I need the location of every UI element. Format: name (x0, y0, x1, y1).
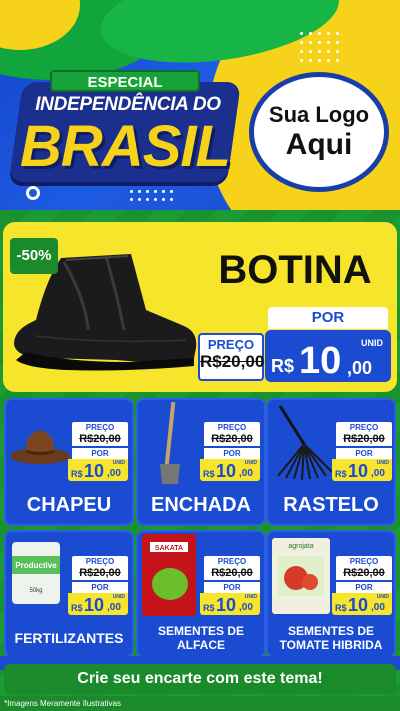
currency: R$ (335, 603, 347, 613)
product-name-line1: SEMENTES DE (287, 624, 374, 638)
logo-text-1: Sua Logo (268, 102, 370, 127)
especial-badge: ESPECIAL (50, 70, 200, 92)
price-label: PREÇO (204, 556, 260, 567)
old-price: R$20,00 (72, 433, 128, 446)
price-box: PREÇO R$20,00 POR UNID R$ 10 ,00 (68, 422, 128, 481)
price-label: PREÇO (336, 422, 392, 433)
old-price: R$20,00 (336, 433, 392, 446)
currency: R$ (335, 469, 347, 479)
product-name: SEMENTES DE ALFACE (138, 624, 264, 652)
decor-dots (300, 32, 339, 62)
price-decimal: ,00 (371, 468, 385, 479)
bag-weight: 50kg (29, 588, 42, 594)
lettuce-seed-packet-image: SAKATA (142, 534, 196, 616)
price-integer: 10 (216, 595, 237, 615)
price-box: PREÇO R$20,00 POR UNID R$ 10 ,00 (332, 422, 392, 481)
unit-label: UNID (376, 594, 389, 600)
header-banner: ESPECIAL INDEPENDÊNCIA DO BRASIL Sua Log… (0, 0, 400, 210)
discount-badge: -50% (10, 238, 58, 274)
por-label: POR (268, 307, 388, 329)
decor-dots (130, 190, 173, 201)
product-name-line1: SEMENTES DE (157, 624, 244, 638)
price-integer: 10 (348, 595, 369, 615)
rake-image (277, 405, 333, 480)
price-decimal: ,00 (239, 468, 253, 479)
price-label: PREÇO (72, 556, 128, 567)
event-title: ESPECIAL INDEPENDÊNCIA DO BRASIL (8, 70, 242, 190)
price-integer: 10 (84, 595, 105, 615)
price-box: PREÇO R$20,00 POR UNID R$ 10 ,00 (200, 422, 260, 481)
new-price: UNID R$ 10 ,00 (332, 593, 392, 615)
new-price: UNID R$ 10 ,00 (332, 459, 392, 481)
old-price: R$20,00 (72, 567, 128, 580)
cta-banner[interactable]: Crie seu encarte com este tema! (4, 664, 396, 694)
new-price: UNID R$ 10 ,00 (200, 459, 260, 481)
por-label: POR (72, 582, 128, 593)
fertilizer-bag-image: Productive 50kg (12, 542, 60, 604)
price-box: PREÇO R$20,00 POR UNID R$ 10 ,00 (332, 556, 392, 615)
hero-old-price-box: PREÇO R$20,00 (198, 333, 264, 381)
bag-brand: Productive (15, 561, 57, 570)
old-price: R$20,00 (336, 567, 392, 580)
unit-label: UNID (244, 594, 257, 600)
packet-brand: agrojata (288, 543, 313, 550)
price-integer: 10 (299, 340, 342, 382)
old-price: R$20,00 (200, 352, 265, 371)
new-price: UNID R$ 10 ,00 (200, 593, 260, 615)
price-label: PREÇO (204, 422, 260, 433)
price-decimal: ,00 (107, 468, 121, 479)
price-decimal: ,00 (239, 602, 253, 613)
unit-label: UNID (112, 594, 125, 600)
price-decimal: ,00 (107, 602, 121, 613)
currency: R$ (71, 469, 83, 479)
currency: R$ (203, 603, 215, 613)
title-line-2: BRASIL (20, 114, 231, 179)
product-name: SEMENTES DE TOMATE HIBRIDA (268, 624, 394, 652)
product-name-line2: TOMATE HIBRIDA (279, 638, 383, 652)
unit-label: UNID (361, 338, 383, 348)
hero-product-name: BOTINA (218, 248, 372, 292)
unit-label: UNID (376, 460, 389, 466)
price-label: PREÇO (336, 556, 392, 567)
new-price: UNID R$ 10 ,00 (68, 593, 128, 615)
price-integer: 10 (84, 461, 105, 481)
currency: R$ (203, 469, 215, 479)
hoe-image (160, 401, 180, 484)
old-price: R$20,00 (204, 567, 260, 580)
price-box: PREÇO R$20,00 POR UNID R$ 10 ,00 (200, 556, 260, 615)
logo-placeholder[interactable]: Sua Logo Aqui (249, 72, 389, 192)
product-name: CHAPEU (26, 494, 112, 516)
product-name-line2: ALFACE (177, 638, 225, 652)
price-decimal: ,00 (371, 602, 385, 613)
price-integer: 10 (216, 461, 237, 481)
por-label: POR (204, 582, 260, 593)
por-label: POR (72, 448, 128, 459)
packet-brand: SAKATA (155, 545, 183, 552)
por-label: POR (204, 448, 260, 459)
hat-image (10, 430, 70, 464)
new-price: UNID R$ 10 ,00 (68, 459, 128, 481)
tomato-seed-packet-image: agrojata (272, 538, 330, 614)
old-price: R$20,00 (204, 433, 260, 446)
currency: R$ (271, 356, 295, 376)
por-label: POR (336, 448, 392, 459)
product-name: FERTILIZANTES (14, 630, 124, 646)
unit-label: UNID (112, 460, 125, 466)
price-label: PREÇO (207, 337, 255, 352)
product-name: ENCHADA (151, 494, 251, 516)
por-label: POR (336, 582, 392, 593)
price-decimal: ,00 (347, 358, 373, 378)
currency: R$ (71, 603, 83, 613)
price-label: PREÇO (72, 422, 128, 433)
price-integer: 10 (348, 461, 369, 481)
product-name: RASTELO (283, 494, 379, 516)
logo-text-2: Aqui (285, 128, 353, 161)
price-box: PREÇO R$20,00 POR UNID R$ 10 ,00 (68, 556, 128, 615)
disclaimer: *Imagens Meramente Ilustrativas (0, 696, 400, 711)
unit-label: UNID (244, 460, 257, 466)
hero-new-price-box: UNID R$ 10 ,00 (265, 330, 391, 382)
